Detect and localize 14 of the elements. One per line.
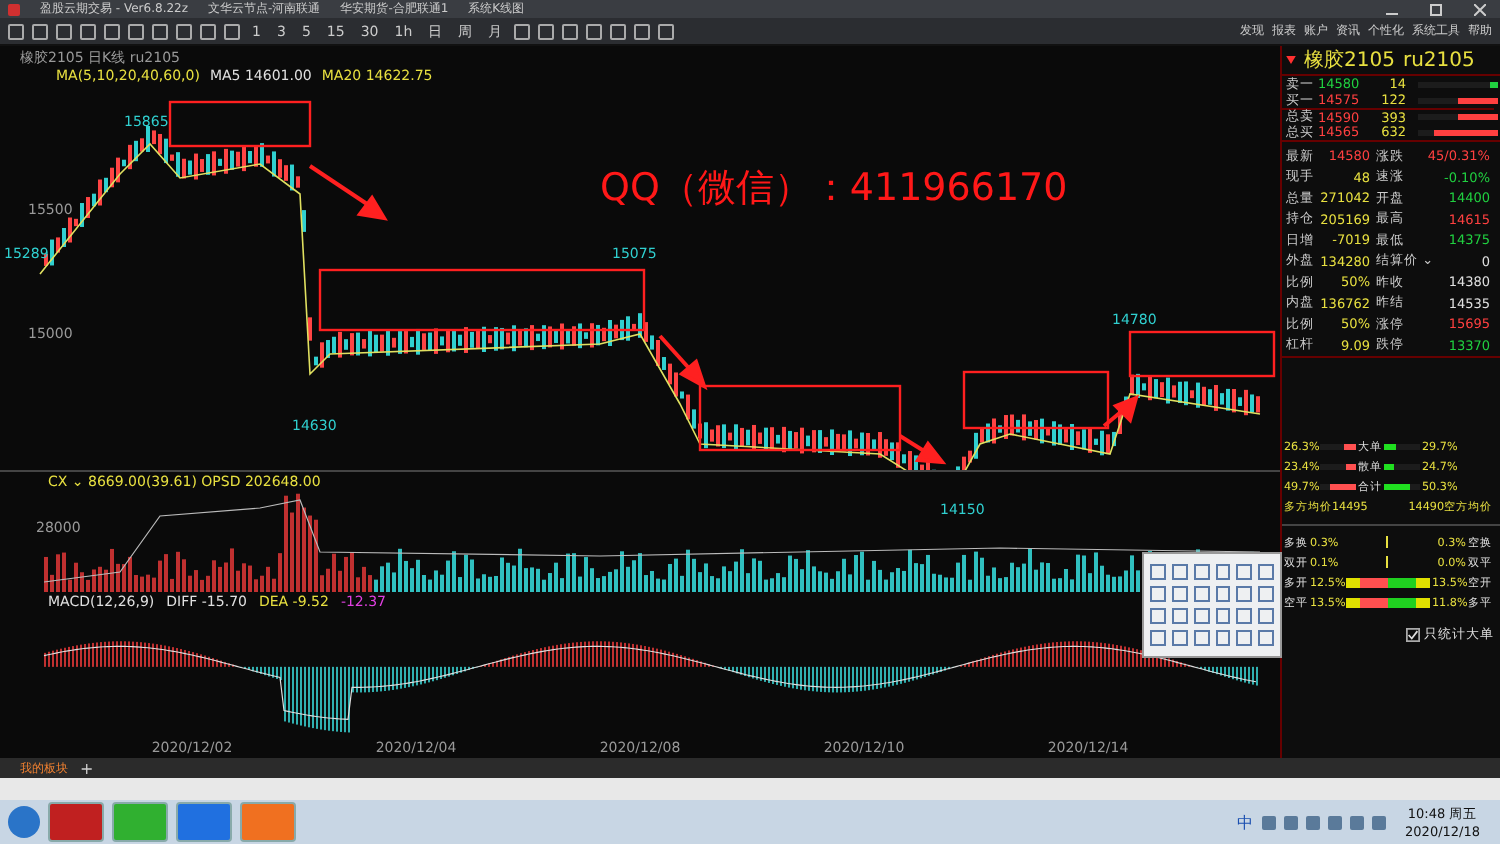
start-button[interactable] (8, 806, 40, 838)
ratio-bar (1346, 598, 1430, 608)
maximize-icon[interactable] (1430, 3, 1442, 15)
app-icon (8, 3, 20, 15)
contract-code: ru2105 (1402, 49, 1475, 71)
contract-name: 橡胶2105 (1304, 47, 1395, 74)
add-tab-button[interactable]: + (80, 759, 94, 777)
annotation-text: QQ（微信）：411966170 (600, 164, 1068, 214)
checkbox[interactable] (1406, 628, 1420, 642)
marker-icon (1286, 56, 1296, 64)
taskbar-app-icon[interactable] (48, 802, 104, 842)
close-icon[interactable] (1474, 3, 1486, 15)
ratio-bar (1346, 578, 1430, 588)
input-method-indicator[interactable]: 中 (1237, 811, 1254, 833)
